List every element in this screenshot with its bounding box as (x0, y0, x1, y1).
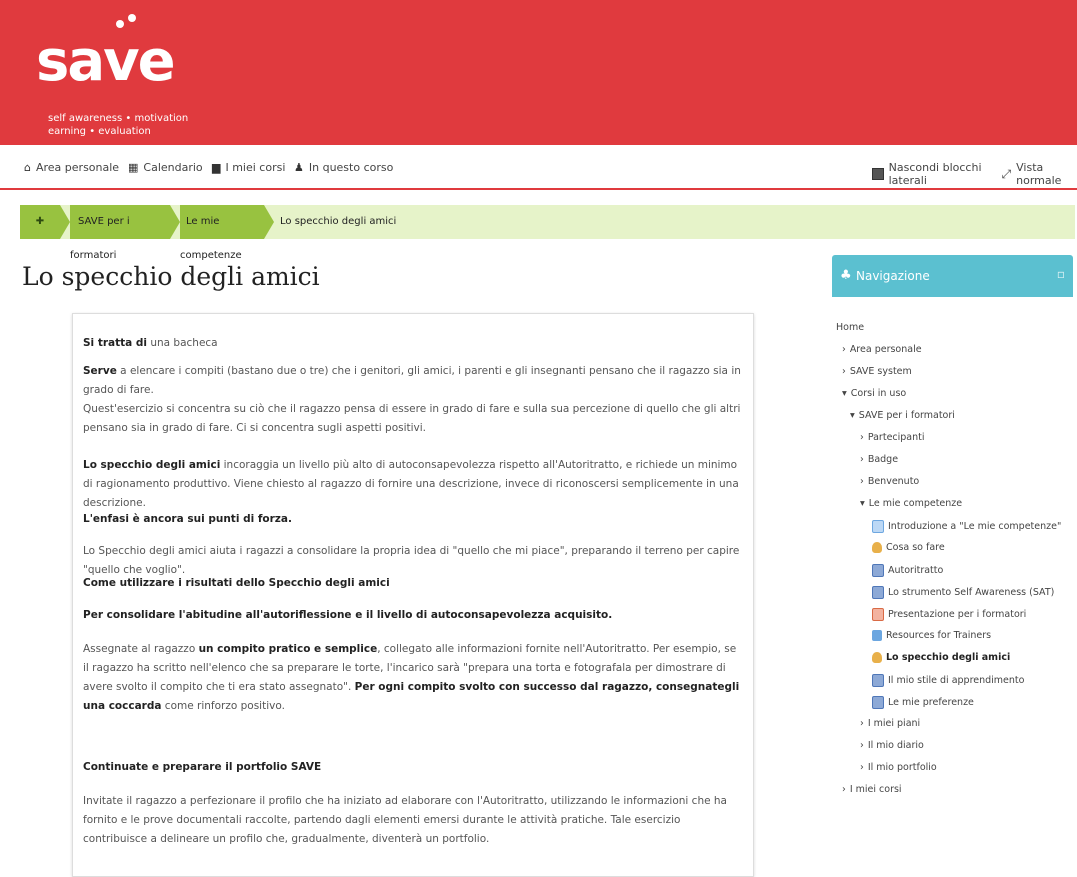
nav-tree-home[interactable]: Home (836, 322, 864, 333)
home-icon: ✚ (35, 216, 45, 227)
nav-tree-area-personale[interactable]: › Area personale (842, 344, 922, 355)
page-icon (872, 520, 884, 533)
nav-tree-diario[interactable]: › Il mio diario (860, 740, 924, 751)
activity-icon (872, 652, 882, 663)
course-icon: ♟ (294, 161, 304, 174)
nav-area-personale[interactable]: ⌂ Area personale (24, 161, 119, 174)
navigation-block-header[interactable]: ♣ Navigazione ▫ (832, 255, 1073, 297)
chevron-right-icon: › (842, 784, 846, 795)
nav-tree-partecipanti[interactable]: › Partecipanti (860, 432, 925, 443)
nav-label: Area personale (35, 161, 120, 174)
nav-tree-cosa-so-fare[interactable]: Cosa so fare (872, 542, 945, 553)
chevron-right-icon: › (860, 476, 864, 487)
nav-tree-save-formatori[interactable]: ▾ SAVE per i formatori (850, 410, 955, 421)
chevron-right-icon: › (842, 344, 846, 355)
content-paragraph: Invitate il ragazzo a perfezionare il pr… (83, 795, 727, 845)
chevron-right-icon: › (860, 762, 864, 773)
chevron-right-icon: › (860, 432, 864, 443)
top-navbar: ⌂ Area personale ▦ Calendario ▆ I miei c… (0, 150, 1077, 190)
expand-icon: ⤢ (1001, 166, 1012, 181)
breadcrumb-home[interactable]: ✚ (20, 205, 60, 239)
content-paragraph: Quest'esercizio si concentra su ciò che … (83, 403, 741, 434)
nav-tree-preferenze[interactable]: Le mie preferenze (872, 696, 974, 709)
content-paragraph: Lo specchio degli amici incoraggia un li… (83, 459, 739, 509)
survey-icon (872, 674, 884, 687)
content-heading: L'enfasi è ancora sui punti di forza. (83, 513, 292, 525)
nav-tree-autoritratto[interactable]: Autoritratto (872, 564, 943, 577)
nav-label: I miei corsi (225, 161, 286, 174)
nav-tree-piani[interactable]: › I miei piani (860, 718, 920, 729)
presentation-icon (872, 608, 884, 621)
page-title: Lo specchio degli amici (22, 262, 320, 291)
survey-icon (872, 564, 884, 577)
nav-tree-resources[interactable]: Resources for Trainers (872, 630, 991, 641)
nav-tree-badge[interactable]: › Badge (860, 454, 898, 465)
breadcrumb-separator (170, 205, 180, 239)
calendar-icon: ▦ (128, 161, 139, 174)
breadcrumb-separator (60, 205, 70, 239)
logo-wordmark: save (36, 29, 176, 94)
folder-icon (872, 630, 882, 641)
sitemap-icon: ♣ (840, 268, 852, 283)
collapse-icon[interactable]: ▫ (1057, 267, 1065, 281)
logo-dot (116, 20, 124, 28)
hide-blocks-label: Nascondi blocchi laterali (888, 161, 982, 187)
nav-tree-competenze[interactable]: ▾ Le mie competenze (860, 498, 962, 509)
content-paragraph: Si tratta di una bacheca (83, 337, 218, 349)
save-logo[interactable]: save self awareness • motivation earning… (36, 14, 188, 144)
hide-blocks-icon (872, 168, 884, 180)
content-paragraph: Assegnate al ragazzo un compito pratico … (83, 643, 740, 712)
nav-tree-save-system[interactable]: › SAVE system (842, 366, 912, 377)
nav-calendario[interactable]: ▦ Calendario (128, 161, 203, 174)
nav-in-questo-corso[interactable]: ♟ In questo corso (294, 161, 393, 174)
chevron-right-icon: › (842, 366, 846, 377)
chevron-right-icon: › (860, 740, 864, 751)
nav-tree-specchio-current[interactable]: Lo specchio degli amici (872, 652, 1010, 663)
breadcrumb-item-competenze[interactable]: Le mie competenze (180, 205, 264, 261)
chevron-right-icon: › (860, 454, 864, 465)
nav-tree-sat[interactable]: Lo strumento Self Awareness (SAT) (872, 586, 1054, 599)
survey-icon (872, 696, 884, 709)
chevron-down-icon: ▾ (842, 388, 847, 399)
hide-blocks-button[interactable]: Nascondi blocchi laterali ⤢ Vista normal… (872, 161, 1077, 187)
content-heading: Come utilizzare i risultati dello Specch… (83, 577, 390, 589)
content-card: Si tratta di una bacheca Serve a elencar… (72, 313, 754, 877)
nav-tree-corsi-in-uso[interactable]: ▾ Corsi in uso (842, 388, 906, 399)
nav-label: Calendario (143, 161, 203, 174)
normal-view-label[interactable]: Vista normale (1016, 161, 1077, 187)
nav-tree-stile[interactable]: Il mio stile di apprendimento (872, 674, 1024, 687)
navigation-block-title: Navigazione (856, 269, 930, 283)
logo-dot (128, 14, 136, 22)
nav-label: In questo corso (308, 161, 394, 174)
nav-miei-corsi[interactable]: ▆ I miei corsi (212, 161, 285, 174)
content-paragraph: Serve a elencare i compiti (bastano due … (83, 365, 741, 396)
nav-tree-introduzione[interactable]: Introduzione a "Le mie competenze" (872, 520, 1061, 533)
chevron-down-icon: ▾ (860, 498, 865, 509)
breadcrumb-item-save-formatori[interactable]: SAVE per i formatori (70, 205, 170, 261)
survey-icon (872, 586, 884, 599)
nav-tree-miei-corsi[interactable]: › I miei corsi (842, 784, 902, 795)
chevron-right-icon: › (860, 718, 864, 729)
breadcrumb-current: Lo specchio degli amici (280, 216, 397, 227)
site-header: save self awareness • motivation earning… (0, 0, 1077, 145)
breadcrumb: ✚ SAVE per i formatori Le mie competenze… (20, 205, 1075, 261)
activity-icon (872, 542, 882, 553)
nav-tree-presentazione[interactable]: Presentazione per i formatori (872, 608, 1026, 621)
chevron-down-icon: ▾ (850, 410, 855, 421)
nav-tree-benvenuto[interactable]: › Benvenuto (860, 476, 919, 487)
courses-icon: ▆ (212, 161, 221, 174)
nav-tree-portfolio[interactable]: › Il mio portfolio (860, 762, 937, 773)
home-icon: ⌂ (24, 161, 31, 174)
content-heading: Continuate e preparare il portfolio SAVE (83, 761, 322, 773)
logo-tagline: self awareness • motivation earning • ev… (48, 113, 189, 137)
breadcrumb-separator (264, 205, 274, 239)
content-heading: Per consolidare l'abitudine all'autorifl… (83, 609, 613, 621)
